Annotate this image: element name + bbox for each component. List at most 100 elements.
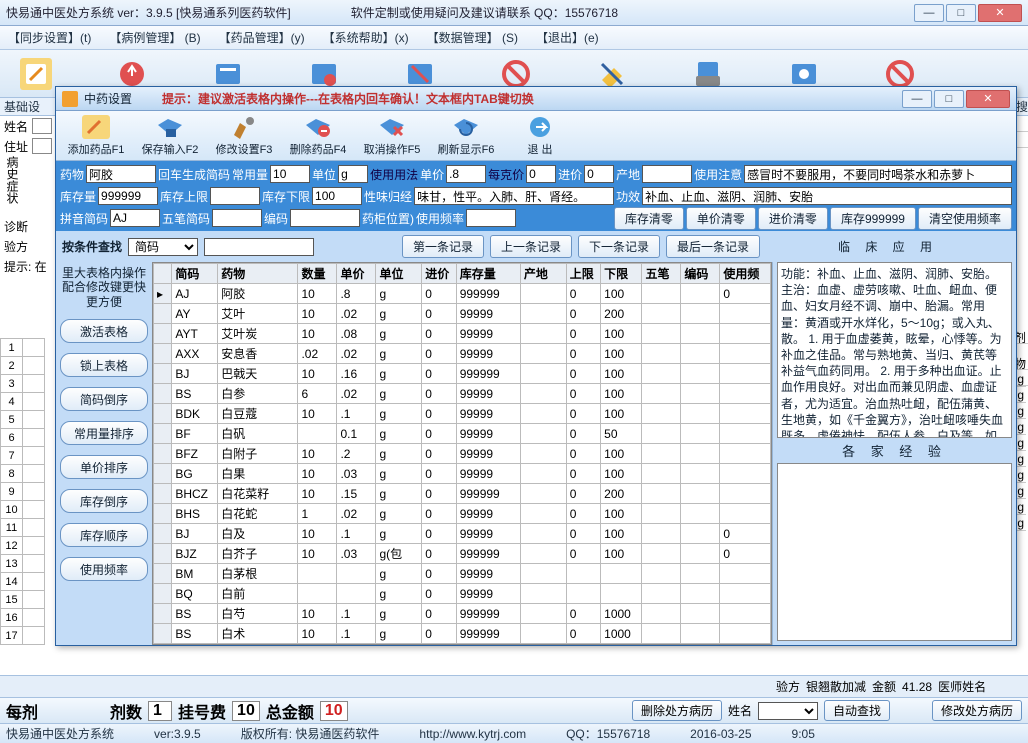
clear-buy-button[interactable]: 进价清零 bbox=[758, 207, 828, 230]
drug-grid[interactable]: 简码药物数量单价单位进价库存量产地上限下限五笔编码使用频AJ阿胶10.8g099… bbox=[152, 262, 772, 645]
modal-exit-button[interactable]: 退 出 bbox=[506, 115, 574, 157]
modal-delete-button[interactable]: 删除药品F4 bbox=[284, 115, 352, 157]
main-close-button[interactable]: ✕ bbox=[978, 4, 1022, 22]
toolbar-icon-2[interactable] bbox=[116, 58, 148, 90]
next-record-button[interactable]: 下一条记录 bbox=[578, 235, 660, 258]
side-button-1[interactable]: 锁上表格 bbox=[60, 353, 148, 377]
toolbar-icon-9[interactable] bbox=[788, 58, 820, 90]
toolbar-icon-8[interactable] bbox=[692, 58, 724, 90]
dose-count-value[interactable]: 1 bbox=[148, 701, 172, 721]
experience-text[interactable] bbox=[777, 463, 1012, 641]
grid-header[interactable]: 上限 bbox=[566, 264, 600, 284]
table-row[interactable]: BTW白头翁10.03g0999990300 bbox=[154, 644, 771, 646]
grid-header[interactable]: 简码 bbox=[172, 264, 218, 284]
usual-input[interactable] bbox=[270, 165, 310, 183]
grid-header[interactable]: 药物 bbox=[218, 264, 298, 284]
table-row[interactable]: AY艾叶10.02g0999990200 bbox=[154, 304, 771, 324]
origin-input[interactable] bbox=[642, 165, 692, 183]
grid-header[interactable]: 单价 bbox=[337, 264, 376, 284]
grid-header[interactable]: 使用频 bbox=[720, 264, 771, 284]
bg-addr-input[interactable] bbox=[32, 138, 52, 154]
toolbar-icon-6[interactable] bbox=[500, 58, 532, 90]
modal-refresh-button[interactable]: 刷新显示F6 bbox=[432, 115, 500, 157]
menu-sync[interactable]: 【同步设置】(t) bbox=[8, 29, 91, 46]
table-row[interactable]: BJ巴戟天10.16g09999990100 bbox=[154, 364, 771, 384]
clear-stock-button[interactable]: 库存清零 bbox=[614, 207, 684, 230]
toolbar-icon-7[interactable] bbox=[596, 58, 628, 90]
modal-minimize-button[interactable]: — bbox=[902, 90, 932, 108]
delete-rx-button[interactable]: 删除处方病历 bbox=[632, 700, 722, 721]
table-row[interactable]: BS白参6.02g0999990100 bbox=[154, 384, 771, 404]
reg-fee-value[interactable]: 10 bbox=[232, 701, 260, 721]
bg-name-input[interactable] bbox=[32, 118, 52, 134]
py-input[interactable] bbox=[110, 209, 160, 227]
func-input[interactable] bbox=[642, 187, 1012, 205]
table-row[interactable]: AXX安息香.02.02g0999990100 bbox=[154, 344, 771, 364]
grid-header[interactable]: 进价 bbox=[422, 264, 456, 284]
modal-add-button[interactable]: 添加药品F1 bbox=[62, 115, 130, 157]
caution-input[interactable] bbox=[744, 165, 1012, 183]
main-maximize-button[interactable]: □ bbox=[946, 4, 976, 22]
menu-drug[interactable]: 【药品管理】(y) bbox=[219, 29, 305, 46]
price-input[interactable] bbox=[446, 165, 486, 183]
toolbar-icon-5[interactable] bbox=[404, 58, 436, 90]
grid-header[interactable]: 下限 bbox=[601, 264, 642, 284]
table-row[interactable]: BHCZ白花菜籽10.15g09999990200 bbox=[154, 484, 771, 504]
buy-input[interactable] bbox=[584, 165, 614, 183]
grid-header[interactable]: 五笔 bbox=[642, 264, 681, 284]
menu-case[interactable]: 【病例管理】 (B) bbox=[109, 29, 200, 46]
table-row[interactable]: BFZ白附子10.2g0999990100 bbox=[154, 444, 771, 464]
modify-rx-button[interactable]: 修改处方病历 bbox=[932, 700, 1022, 721]
table-row[interactable]: AJ阿胶10.8g099999901000 bbox=[154, 284, 771, 304]
prev-record-button[interactable]: 上一条记录 bbox=[490, 235, 572, 258]
modal-close-button[interactable]: ✕ bbox=[966, 90, 1010, 108]
toolbar-icon-4[interactable] bbox=[308, 58, 340, 90]
table-row[interactable]: BQ白前g099999 bbox=[154, 584, 771, 604]
search-type-select[interactable]: 简码 bbox=[128, 238, 198, 256]
toolbar-icon-3[interactable] bbox=[212, 58, 244, 90]
toolbar-icon-10[interactable] bbox=[884, 58, 916, 90]
last-record-button[interactable]: 最后一条记录 bbox=[666, 235, 760, 258]
clear-price-button[interactable]: 单价清零 bbox=[686, 207, 756, 230]
name2-select[interactable] bbox=[758, 702, 818, 720]
table-row[interactable]: BM白茅根g099999 bbox=[154, 564, 771, 584]
main-minimize-button[interactable]: — bbox=[914, 4, 944, 22]
table-row[interactable]: BG白果10.03g0999990100 bbox=[154, 464, 771, 484]
side-button-4[interactable]: 单价排序 bbox=[60, 455, 148, 479]
grid-header[interactable]: 库存量 bbox=[456, 264, 520, 284]
wb-input[interactable] bbox=[212, 209, 262, 227]
table-row[interactable]: BJZ白芥子10.03g(包099999901000 bbox=[154, 544, 771, 564]
grid-header[interactable]: 数量 bbox=[298, 264, 337, 284]
taste-input[interactable] bbox=[414, 187, 614, 205]
table-row[interactable]: BDK白豆蔻10.1g0999990100 bbox=[154, 404, 771, 424]
code-input[interactable] bbox=[290, 209, 360, 227]
side-button-2[interactable]: 简码倒序 bbox=[60, 387, 148, 411]
grid-header[interactable]: 产地 bbox=[520, 264, 566, 284]
side-button-6[interactable]: 库存顺序 bbox=[60, 523, 148, 547]
side-button-5[interactable]: 库存倒序 bbox=[60, 489, 148, 513]
first-record-button[interactable]: 第一条记录 bbox=[402, 235, 484, 258]
modal-maximize-button[interactable]: □ bbox=[934, 90, 964, 108]
menu-data[interactable]: 【数据管理】 (S) bbox=[427, 29, 518, 46]
grid-header[interactable]: 编码 bbox=[681, 264, 720, 284]
stock-999999-button[interactable]: 库存999999 bbox=[830, 207, 916, 230]
modal-edit-button[interactable]: 修改设置F3 bbox=[210, 115, 278, 157]
clear-freq-button[interactable]: 清空使用频率 bbox=[918, 207, 1012, 230]
search-input[interactable] bbox=[204, 238, 314, 256]
drug-input[interactable] bbox=[86, 165, 156, 183]
side-button-0[interactable]: 激活表格 bbox=[60, 319, 148, 343]
table-row[interactable]: BF白矾0.1g099999050 bbox=[154, 424, 771, 444]
toolbar-icon-1[interactable] bbox=[20, 58, 52, 90]
perg-input[interactable] bbox=[526, 165, 556, 183]
up-input[interactable] bbox=[210, 187, 260, 205]
table-row[interactable]: BJ白及10.1g09999901000 bbox=[154, 524, 771, 544]
modal-cancel-button[interactable]: 取消操作F5 bbox=[358, 115, 426, 157]
unit-input[interactable] bbox=[338, 165, 368, 183]
table-row[interactable]: BS白术10.1g099999901000 bbox=[154, 624, 771, 644]
auto-find-button[interactable]: 自动查找 bbox=[824, 700, 890, 721]
table-row[interactable]: BHS白花蛇1.02g0999990100 bbox=[154, 504, 771, 524]
table-row[interactable]: AYT艾叶炭10.08g0999990100 bbox=[154, 324, 771, 344]
freq-input[interactable] bbox=[466, 209, 516, 227]
grid-header[interactable]: 单位 bbox=[376, 264, 422, 284]
modal-save-button[interactable]: 保存输入F2 bbox=[136, 115, 204, 157]
